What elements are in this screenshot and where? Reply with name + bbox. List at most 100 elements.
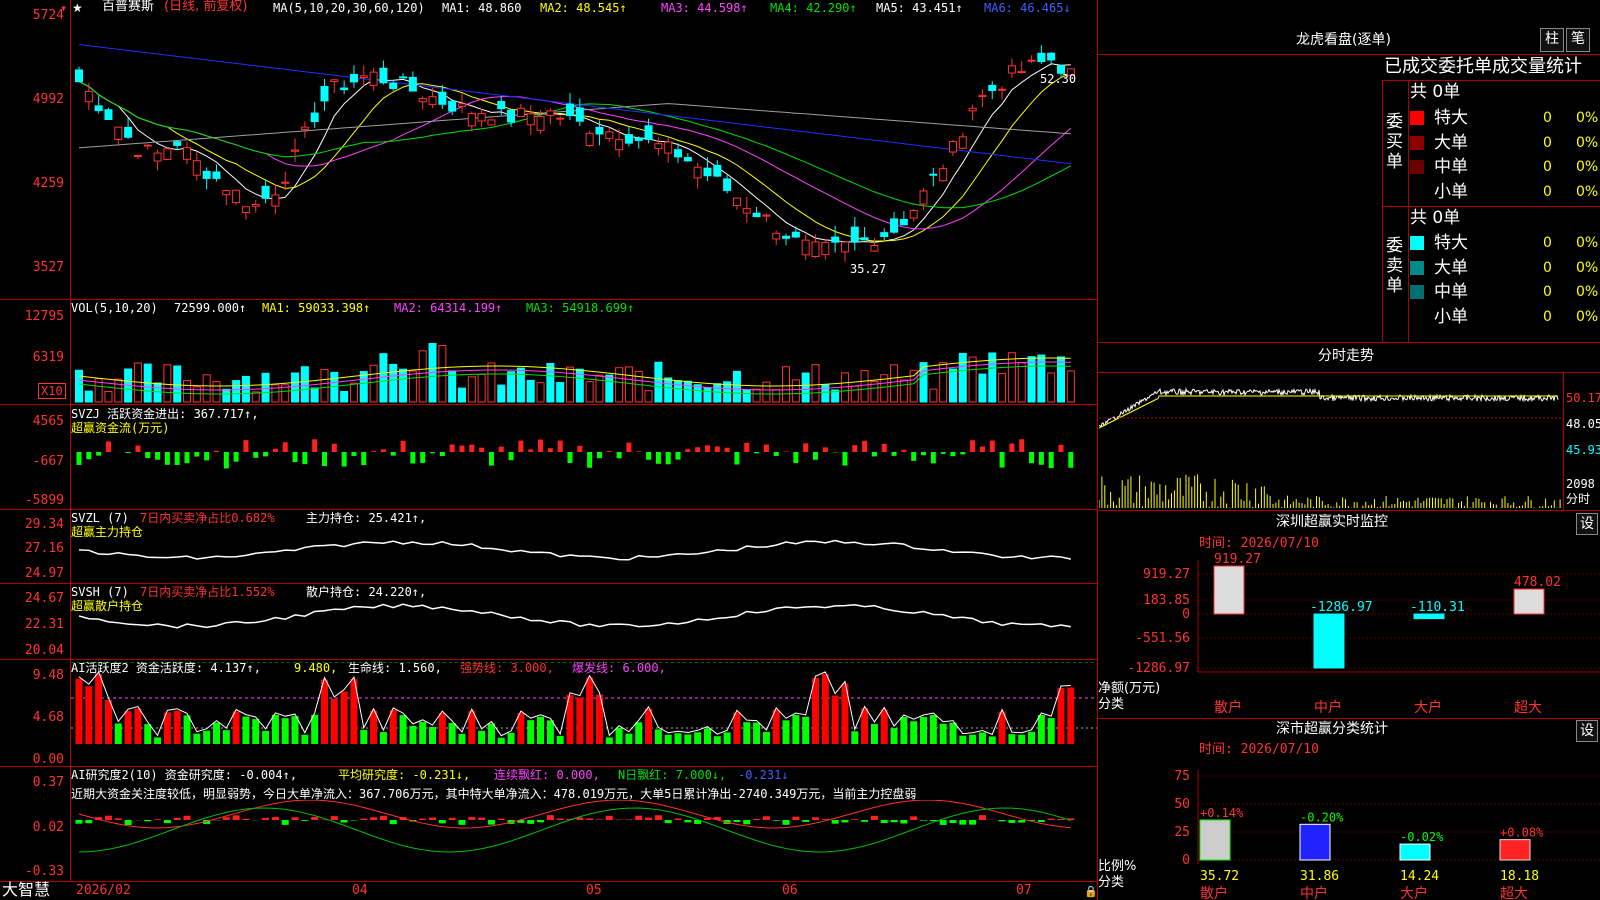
lock-icon[interactable]: 🔒 xyxy=(1084,885,1098,898)
favorite-star-icon[interactable]: ★ xyxy=(72,1,83,15)
holding-line xyxy=(78,603,1071,629)
candle-body xyxy=(399,76,408,79)
flow-bar xyxy=(86,452,92,460)
flow-bar xyxy=(567,452,573,463)
sz-class-chart[interactable]: 75 50 25 0 比例%分类 +0.14% 35.72散户 -0.20% 31.86中户 -0… xyxy=(1098,756,1600,900)
activity-bar xyxy=(802,716,810,744)
volume-bar xyxy=(261,372,270,403)
candle-body xyxy=(880,232,889,237)
flow-bar xyxy=(282,442,288,452)
svsh-holding-chart[interactable] xyxy=(71,586,1097,658)
activity-bar xyxy=(301,734,309,744)
ai-activity-chart[interactable] xyxy=(71,662,1097,766)
order-percent: 0% xyxy=(1576,110,1599,126)
svzl-axis-tick: 27.16 xyxy=(24,541,64,556)
monitor-bar xyxy=(1513,588,1545,615)
research-bar xyxy=(1008,820,1016,823)
research-bar xyxy=(969,820,977,825)
intraday-axis-tick: 50.17 xyxy=(1566,391,1600,405)
flow-bar xyxy=(184,452,190,464)
volume-bar xyxy=(732,370,741,403)
svzl-axis-tick: 29.34 xyxy=(24,517,64,532)
buy-orders-label: 委买单 xyxy=(1386,112,1403,172)
order-row: 小单 0 0% xyxy=(1410,180,1600,205)
svsh-axis-tick: 24.67 xyxy=(24,591,64,606)
svzl-holding-chart[interactable] xyxy=(71,512,1097,582)
flow-bar xyxy=(813,452,818,460)
tick-mode-button[interactable]: 笔 xyxy=(1566,28,1590,52)
research-line xyxy=(78,800,1071,829)
sz-monitor-settings-button[interactable]: 设 xyxy=(1576,513,1598,535)
volume-bar xyxy=(860,370,869,403)
bar-mode-button[interactable]: 柱 xyxy=(1540,28,1564,52)
flow-bar xyxy=(361,452,367,466)
activity-bar xyxy=(969,734,977,744)
order-row: 特大 0 0% xyxy=(1410,106,1600,131)
research-bar xyxy=(586,818,594,820)
activity-bar xyxy=(1067,687,1075,744)
candle-body xyxy=(163,148,172,160)
candle-body xyxy=(752,212,761,218)
activity-bar xyxy=(271,714,279,744)
brand-label[interactable]: 大智慧 xyxy=(2,881,50,899)
volume-bar xyxy=(909,369,918,403)
flow-bar xyxy=(194,452,200,457)
class-ylabel: 比例% xyxy=(1098,859,1136,874)
flow-bar xyxy=(1038,452,1044,465)
activity-bar xyxy=(419,721,427,744)
candle-body xyxy=(919,190,928,205)
order-percent: 0% xyxy=(1576,259,1599,276)
flow-bar xyxy=(243,440,249,452)
sz-class-settings-button[interactable]: 设 xyxy=(1576,720,1598,742)
candle-body xyxy=(349,73,358,83)
candle-body xyxy=(408,76,417,92)
flow-bar xyxy=(449,444,455,452)
volume-bar xyxy=(457,387,466,403)
order-color-swatch xyxy=(1410,160,1424,174)
volume-bar xyxy=(467,376,476,403)
flow-bar xyxy=(1019,439,1025,452)
research-bar xyxy=(85,820,93,824)
flow-bar xyxy=(341,452,347,467)
ai2-title-d: N日飘红: 7.000↓, xyxy=(618,768,727,782)
research-bar xyxy=(841,820,849,823)
flow-bar xyxy=(538,439,544,452)
research-bar xyxy=(458,820,466,825)
volume-bar xyxy=(1017,362,1026,403)
research-bar xyxy=(448,817,456,820)
research-bar xyxy=(782,820,790,825)
candlestick-chart[interactable] xyxy=(71,14,1097,299)
candle-body xyxy=(811,241,820,258)
flow-bar xyxy=(871,452,877,457)
monitor-category: 超大 xyxy=(1514,700,1542,716)
volume-chart[interactable] xyxy=(71,316,1097,404)
flow-bar xyxy=(665,452,671,465)
main-chart-area[interactable]: ▾ ★ 百普赛斯 (日线, 前复权) MA(5,10,20,30,60,120)… xyxy=(0,0,1098,900)
candle-body xyxy=(389,82,398,89)
flow-bar xyxy=(380,449,386,452)
ai-research-chart[interactable] xyxy=(71,800,1097,880)
candle-body xyxy=(821,241,830,256)
period-label[interactable]: (日线, 前复权) xyxy=(164,0,247,14)
flow-bar xyxy=(940,452,946,454)
order-type-name: 小单 xyxy=(1434,181,1468,202)
research-bar xyxy=(978,815,986,820)
activity-bar xyxy=(458,733,466,744)
order-count: 0 xyxy=(1543,183,1552,200)
candle-body xyxy=(899,218,908,226)
activity-bar xyxy=(645,708,653,744)
candle-body xyxy=(762,214,771,217)
activity-bar xyxy=(409,725,417,744)
sell-rows: 特大 0 0% 大单 0 0% 中单 0 0% 小单 0 0% xyxy=(1410,231,1600,329)
volume-bar xyxy=(968,356,977,403)
volume-bar xyxy=(320,369,329,403)
candle-body xyxy=(575,107,584,122)
order-percent: 0% xyxy=(1576,284,1599,300)
intraday-chart[interactable] xyxy=(1099,372,1563,510)
flow-bar xyxy=(96,452,102,456)
flow-bar xyxy=(822,447,828,452)
flow-bar xyxy=(410,452,416,464)
sz-monitor-chart[interactable]: 919.27 183.850 -551.56 -1286.97 净额(万元)分类 919.… xyxy=(1098,550,1600,718)
svzj-flow-chart[interactable] xyxy=(71,420,1097,508)
flow-bar xyxy=(626,442,632,452)
